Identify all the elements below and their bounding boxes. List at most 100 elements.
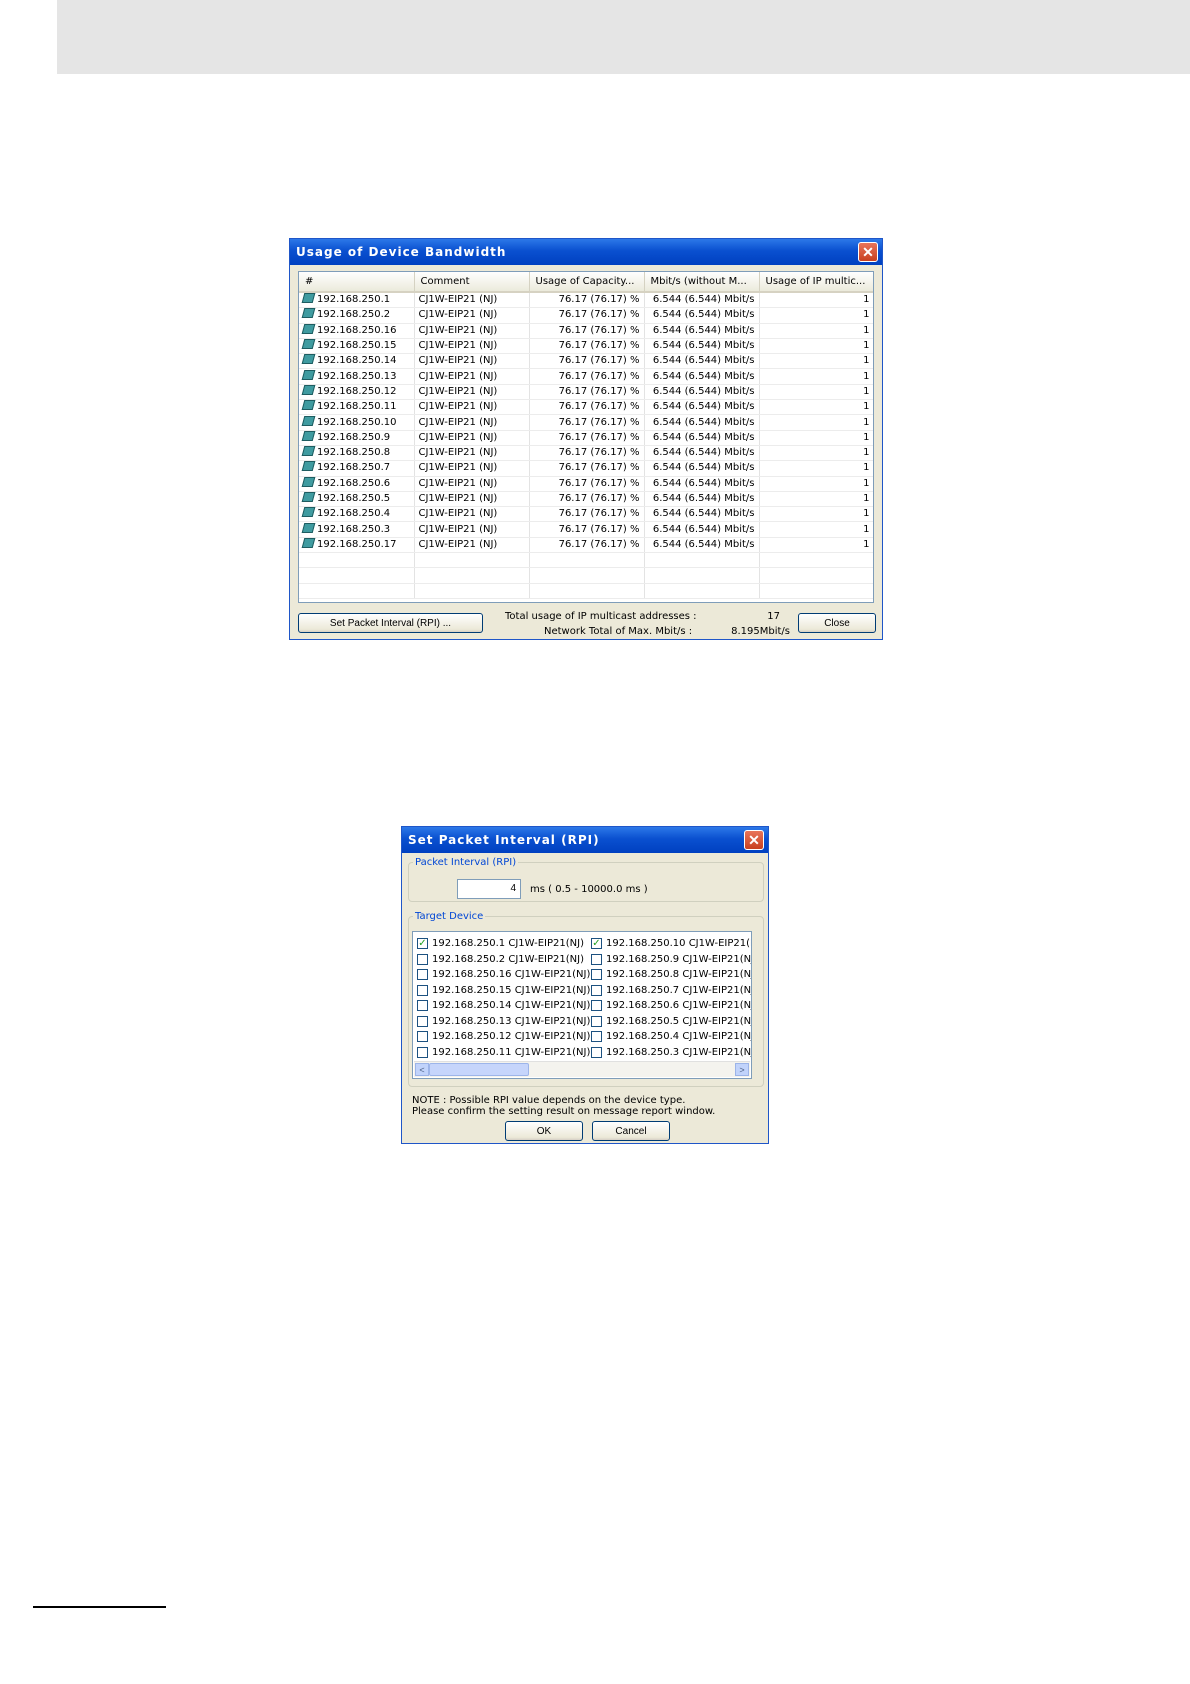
- table-row[interactable]: 192.168.250.17 CJ1W-EIP21 (NJ) 76.17 (76.1…: [299, 537, 873, 554]
- comment-cell: CJ1W-EIP21 (NJ): [414, 384, 530, 401]
- scroll-right-icon[interactable]: >: [735, 1063, 749, 1076]
- table-row[interactable]: 192.168.250.2 CJ1W-EIP21 (NJ) 76.17 (76.17…: [299, 307, 873, 324]
- checkbox[interactable]: [417, 984, 428, 996]
- table-row[interactable]: 192.168.250.1 CJ1W-EIP21 (NJ) 76.17 (76.17…: [299, 292, 873, 309]
- bandwidth-list[interactable]: # Comment Usage of Capacity... Mbit/s (w…: [298, 271, 874, 603]
- checkbox[interactable]: [591, 1000, 602, 1012]
- target-device-item[interactable]: 192.168.250.11 CJ1W-EIP21(NJ): [417, 1045, 590, 1061]
- close-icon[interactable]: ✕: [858, 242, 878, 262]
- bandwidth-titlebar[interactable]: Usage of Device Bandwidth ✕: [290, 239, 882, 265]
- ok-button[interactable]: OK: [505, 1121, 583, 1141]
- column-header-comment[interactable]: Comment: [414, 272, 530, 293]
- table-row[interactable]: 192.168.250.3 CJ1W-EIP21 (NJ) 76.17 (76.17…: [299, 521, 873, 538]
- table-row[interactable]: 192.168.250.12 CJ1W-EIP21 (NJ) 76.17 (76.1…: [299, 384, 873, 401]
- column-header-mbit[interactable]: Mbit/s (without M...: [644, 272, 760, 293]
- network-device-icon: [301, 537, 316, 548]
- checkbox[interactable]: [417, 1015, 428, 1027]
- checkbox[interactable]: [591, 1031, 602, 1043]
- checkbox[interactable]: [417, 969, 428, 981]
- target-device-item[interactable]: 192.168.250.16 CJ1W-EIP21(NJ): [417, 967, 590, 983]
- checkbox[interactable]: [591, 1015, 602, 1027]
- scroll-left-icon[interactable]: <: [415, 1063, 429, 1076]
- checkbox[interactable]: [591, 953, 602, 965]
- close-icon[interactable]: ✕: [744, 830, 764, 850]
- target-device-item[interactable]: 192.168.250.9 CJ1W-EIP21(NJ): [591, 952, 751, 968]
- checkbox[interactable]: [417, 953, 428, 965]
- usage-cell: 76.17 (76.17) %: [529, 521, 645, 538]
- target-device-item[interactable]: ✓ 192.168.250.10 CJ1W-EIP21(NJ): [591, 936, 751, 952]
- rpi-range-text: ms ( 0.5 - 10000.0 ms ): [530, 884, 648, 895]
- network-device-icon: [301, 384, 316, 395]
- usage-cell: 76.17 (76.17) %: [529, 460, 645, 477]
- comment-cell: CJ1W-EIP21 (NJ): [414, 537, 530, 554]
- target-device-item[interactable]: 192.168.250.5 CJ1W-EIP21(NJ): [591, 1014, 751, 1030]
- comment-cell: CJ1W-EIP21 (NJ): [414, 399, 530, 416]
- column-header-usage[interactable]: Usage of Capacity...: [529, 272, 645, 293]
- target-device-item[interactable]: 192.168.250.13 CJ1W-EIP21(NJ): [417, 1014, 590, 1030]
- table-row[interactable]: 192.168.250.9 CJ1W-EIP21 (NJ) 76.17 (76.17…: [299, 430, 873, 446]
- multicast-cell: 1: [759, 399, 873, 416]
- rpi-value-input[interactable]: 4: [457, 879, 521, 899]
- empty-row: [299, 583, 873, 599]
- cancel-button[interactable]: Cancel: [592, 1121, 670, 1141]
- target-device-item[interactable]: 192.168.250.14 CJ1W-EIP21(NJ): [417, 998, 590, 1014]
- table-row[interactable]: 192.168.250.8 CJ1W-EIP21 (NJ) 76.17 (76.17…: [299, 445, 873, 462]
- checkbox[interactable]: ✓: [591, 938, 602, 950]
- target-device-item[interactable]: 192.168.250.6 CJ1W-EIP21(NJ): [591, 998, 751, 1014]
- device-ip-cell: 192.168.250.1: [299, 292, 415, 309]
- page-header-band: [57, 0, 1190, 74]
- multicast-cell: 1: [759, 491, 873, 508]
- close-button[interactable]: Close: [798, 613, 876, 633]
- bandwidth-table: # Comment Usage of Capacity... Mbit/s (w…: [299, 272, 873, 599]
- target-device-list[interactable]: ✓ 192.168.250.1 CJ1W-EIP21(NJ) 192.168.250…: [412, 931, 752, 1079]
- target-device-item[interactable]: 192.168.250.7 CJ1W-EIP21(NJ): [591, 983, 751, 999]
- network-total-value: 8.195Mbit/s: [731, 626, 790, 637]
- target-device-item[interactable]: ✓ 192.168.250.1 CJ1W-EIP21(NJ): [417, 936, 590, 952]
- rpi-titlebar[interactable]: Set Packet Interval (RPI) ✕: [402, 827, 768, 853]
- device-ip: 192.168.250.7: [317, 462, 391, 474]
- device-ip: 192.168.250.14: [317, 355, 397, 367]
- set-packet-interval-button[interactable]: Set Packet Interval (RPI) ...: [298, 613, 483, 633]
- device-ip-cell: 192.168.250.15: [299, 338, 415, 355]
- multicast-cell: 1: [759, 323, 873, 339]
- checkbox[interactable]: [417, 1000, 428, 1012]
- target-device-item[interactable]: 192.168.250.15 CJ1W-EIP21(NJ): [417, 983, 590, 999]
- horizontal-scrollbar[interactable]: < >: [414, 1061, 750, 1077]
- column-header-number[interactable]: #: [299, 272, 415, 293]
- device-ip: 192.168.250.10: [317, 416, 397, 428]
- table-row[interactable]: 192.168.250.14 CJ1W-EIP21 (NJ) 76.17 (76.1…: [299, 353, 873, 370]
- column-header-multicast[interactable]: Usage of IP multic...: [759, 272, 873, 293]
- checkbox[interactable]: ✓: [417, 938, 428, 950]
- target-device-item[interactable]: 192.168.250.12 CJ1W-EIP21(NJ): [417, 1029, 590, 1045]
- table-row[interactable]: 192.168.250.5 CJ1W-EIP21 (NJ) 76.17 (76.17…: [299, 491, 873, 508]
- comment-cell: CJ1W-EIP21 (NJ): [414, 445, 530, 462]
- device-ip-cell: 192.168.250.4: [299, 506, 415, 523]
- table-header-row: # Comment Usage of Capacity... Mbit/s (w…: [299, 272, 873, 293]
- target-device-item[interactable]: 192.168.250.4 CJ1W-EIP21(NJ): [591, 1029, 751, 1045]
- usage-cell: 76.17 (76.17) %: [529, 506, 645, 523]
- checkbox[interactable]: [417, 1031, 428, 1043]
- checkbox[interactable]: [591, 1046, 602, 1058]
- comment-cell: CJ1W-EIP21 (NJ): [414, 430, 530, 446]
- checkbox[interactable]: [591, 984, 602, 996]
- target-device-item[interactable]: 192.168.250.3 CJ1W-EIP21(NJ): [591, 1045, 751, 1061]
- table-row[interactable]: 192.168.250.13 CJ1W-EIP21 (NJ) 76.17 (76.1…: [299, 368, 873, 385]
- table-row[interactable]: 192.168.250.4 CJ1W-EIP21 (NJ) 76.17 (76.17…: [299, 506, 873, 523]
- checkbox[interactable]: [417, 1046, 428, 1058]
- usage-cell: 76.17 (76.17) %: [529, 307, 645, 324]
- device-ip-cell: 192.168.250.5: [299, 491, 415, 508]
- target-device-item[interactable]: 192.168.250.2 CJ1W-EIP21(NJ): [417, 952, 590, 968]
- table-row[interactable]: 192.168.250.15 CJ1W-EIP21 (NJ) 76.17 (76.1…: [299, 338, 873, 355]
- target-device-label: 192.168.250.16 CJ1W-EIP21(NJ): [432, 969, 591, 981]
- checkbox[interactable]: [591, 969, 602, 981]
- mbit-cell: 6.544 (6.544) Mbit/s: [644, 414, 760, 431]
- comment-cell: CJ1W-EIP21 (NJ): [414, 292, 530, 309]
- table-row[interactable]: 192.168.250.7 CJ1W-EIP21 (NJ) 76.17 (76.17…: [299, 460, 873, 477]
- table-row[interactable]: 192.168.250.16 CJ1W-EIP21 (NJ) 76.17 (76.1…: [299, 323, 873, 339]
- table-row[interactable]: 192.168.250.10 CJ1W-EIP21 (NJ) 76.17 (76.1…: [299, 414, 873, 431]
- table-row[interactable]: 192.168.250.6 CJ1W-EIP21 (NJ) 76.17 (76.17…: [299, 476, 873, 492]
- scroll-thumb[interactable]: [429, 1063, 529, 1076]
- table-row[interactable]: 192.168.250.11 CJ1W-EIP21 (NJ) 76.17 (76.1…: [299, 399, 873, 416]
- target-device-item[interactable]: 192.168.250.8 CJ1W-EIP21(NJ): [591, 967, 751, 983]
- device-ip-cell: 192.168.250.9: [299, 430, 415, 446]
